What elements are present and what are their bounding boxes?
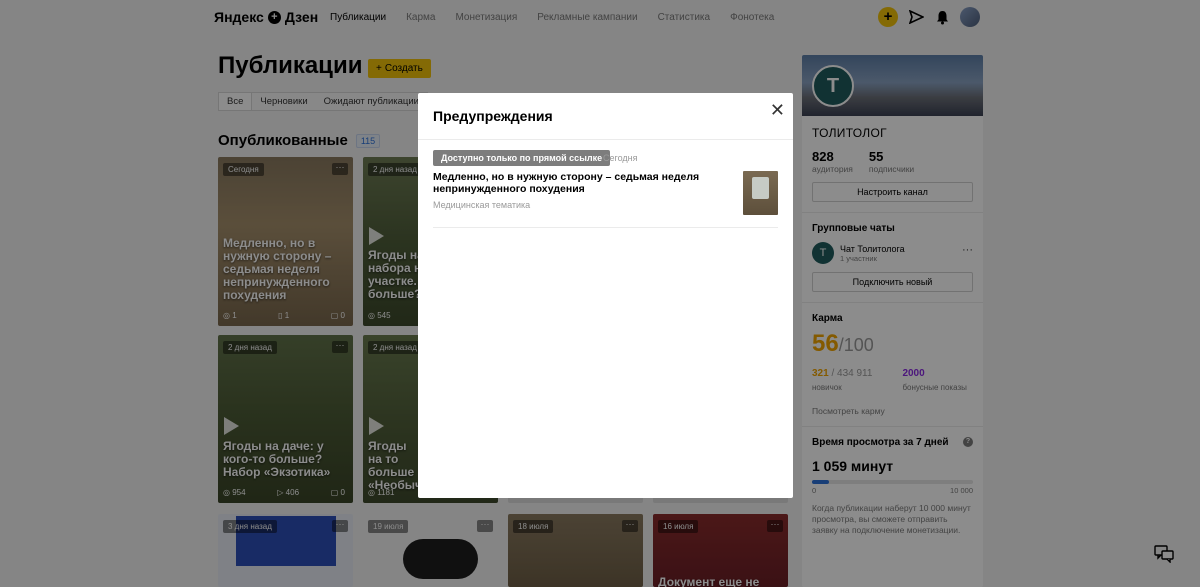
warning-date: Сегодня [603, 153, 638, 163]
warnings-modal: Предупреждения ✕ Доступно только по прям… [418, 93, 793, 498]
modal-title: Предупреждения [433, 108, 553, 124]
divider [418, 139, 793, 140]
warning-badge: Доступно только по прямой ссылке [433, 150, 611, 166]
warning-thumbnail[interactable] [743, 171, 778, 215]
close-icon[interactable]: ✕ [770, 100, 785, 121]
warning-category: Медицинская тематика [433, 200, 531, 210]
warning-item-title[interactable]: Медленно, но в нужную сторону – седьмая … [433, 171, 713, 195]
divider [433, 227, 778, 228]
